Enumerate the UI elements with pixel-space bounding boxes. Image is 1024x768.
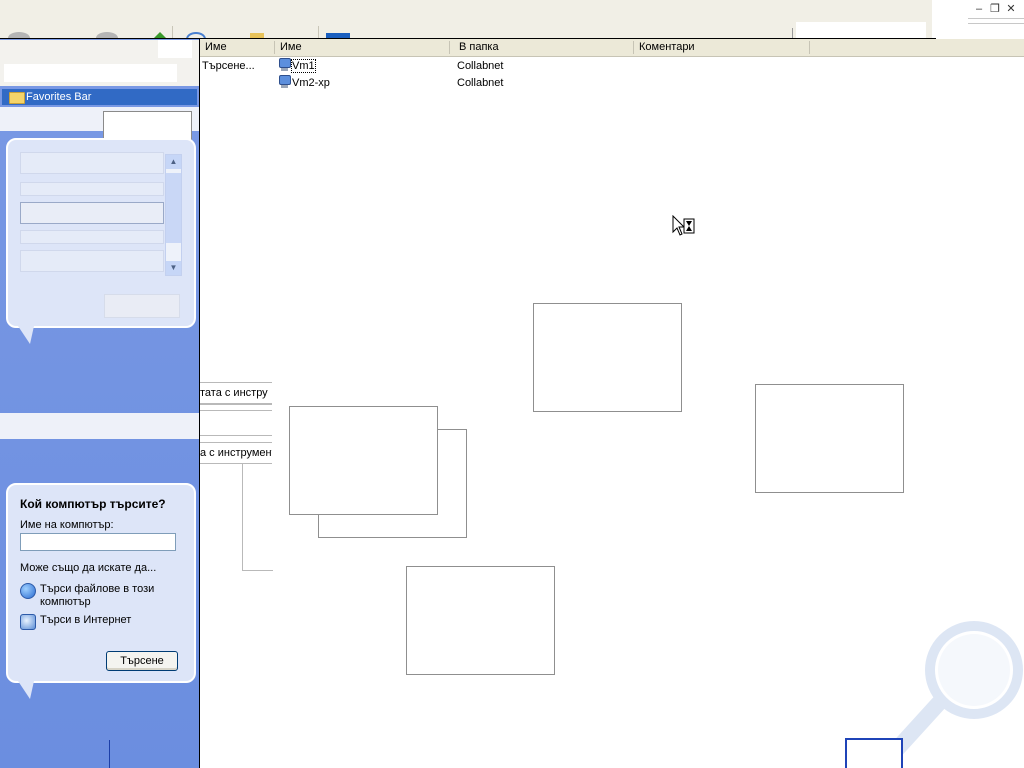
ghost-window <box>289 406 438 515</box>
balloon-tail <box>18 326 34 344</box>
ghost-toolbar-text: тата с инстру <box>200 387 268 399</box>
ghost-button[interactable] <box>104 294 180 318</box>
ghost-field <box>20 230 164 244</box>
scroll-down-icon[interactable]: ▼ <box>166 261 181 275</box>
result-name[interactable]: Vm2-xp <box>292 77 330 89</box>
search-internet-link-label[interactable]: Търси в Интернет <box>40 614 164 627</box>
column-header-name[interactable]: Име <box>275 41 450 54</box>
table-row[interactable]: Търсене... Vm1 Collabnet <box>200 58 1024 74</box>
column-header-comments[interactable]: Коментари <box>634 41 810 54</box>
toolbar-separator <box>792 28 793 38</box>
search-button[interactable]: Търсене <box>106 651 178 671</box>
table-row[interactable]: Vm2-xp Collabnet <box>200 75 1024 91</box>
search-status-text: Търсене... <box>202 60 255 72</box>
busy-cursor-icon <box>672 215 695 236</box>
favorites-bar[interactable]: Favorites Bar <box>2 89 197 105</box>
left-pane-header <box>0 40 199 86</box>
computer-icon <box>278 58 291 72</box>
left-pane-header-field <box>4 64 177 82</box>
ghost-panel <box>242 463 273 571</box>
address-box[interactable] <box>796 22 926 38</box>
toolbar-rebar-handle <box>968 18 1024 24</box>
search-balloon: Кой компютър търсите? Име на компютър: М… <box>6 483 196 683</box>
left-pane-artifact <box>109 740 110 768</box>
also-label: Може също да искате да... <box>20 562 157 574</box>
ghost-line <box>200 410 272 411</box>
balloon-tail <box>18 681 34 699</box>
result-folder: Collabnet <box>457 60 504 72</box>
ghost-field <box>20 182 164 196</box>
toolbar-separator <box>172 26 173 38</box>
ghost-line <box>200 435 272 436</box>
search-files-link[interactable]: Търси файлове в този компютър <box>20 583 164 609</box>
left-pane-band <box>0 413 199 439</box>
left-pane-tab <box>158 40 192 58</box>
toolbar-separator <box>318 26 319 38</box>
ghost-toolbar-text: а с инструмент <box>200 447 272 459</box>
ghost-scrollbar[interactable]: ▲ ▼ <box>165 154 182 276</box>
ghost-window <box>755 384 904 493</box>
ghost-toolbar-fragment: тата с инстру <box>200 382 272 404</box>
internet-search-icon <box>20 614 36 630</box>
ghost-line <box>200 404 272 405</box>
ghost-field <box>20 250 164 272</box>
restore-icon[interactable]: ❐ <box>988 2 1002 16</box>
computer-name-label: Име на компютър: <box>20 519 114 531</box>
ghost-window <box>406 566 555 675</box>
ghost-toolbar-fragment: а с инструмент <box>200 442 272 464</box>
results-column-header: Име Име В папка Коментари <box>200 39 1024 57</box>
scroll-thumb[interactable] <box>166 173 181 243</box>
folder-icon <box>9 92 25 104</box>
scroll-up-icon[interactable]: ▲ <box>166 155 181 169</box>
taskbar-fragment <box>845 738 903 768</box>
close-icon[interactable]: ✕ <box>1004 2 1018 16</box>
computer-icon <box>278 75 291 89</box>
column-header-status[interactable]: Име <box>200 41 275 54</box>
result-name[interactable]: Vm1 <box>291 59 316 73</box>
globe-search-icon <box>20 583 36 599</box>
ghost-balloon: ▲ ▼ <box>6 138 196 328</box>
search-watermark-icon <box>892 621 1023 756</box>
ghost-field[interactable] <box>20 202 164 224</box>
search-balloon-title: Кой компютър търсите? <box>20 497 166 511</box>
computer-name-input[interactable] <box>20 533 176 551</box>
result-folder: Collabnet <box>457 77 504 89</box>
column-header-folder[interactable]: В папка <box>454 41 634 54</box>
favorites-bar-label: Favorites Bar <box>26 91 92 103</box>
search-internet-link[interactable]: Търси в Интернет <box>20 614 164 630</box>
ghost-window <box>533 303 682 412</box>
minimize-icon[interactable]: – <box>972 2 986 16</box>
search-files-link-label[interactable]: Търси файлове в този компютър <box>40 583 164 609</box>
ghost-field <box>20 152 164 174</box>
